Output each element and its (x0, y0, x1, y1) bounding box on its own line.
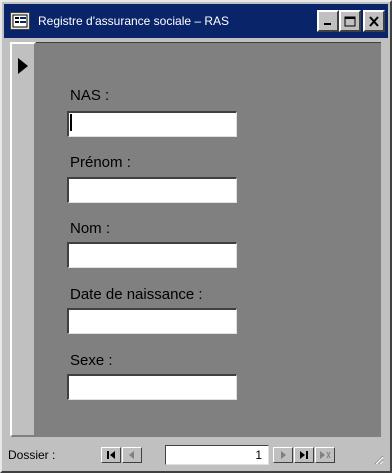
prenom-label: Prénom : (70, 154, 131, 171)
record-number-field[interactable]: 1 (165, 445, 269, 465)
close-icon (369, 15, 379, 27)
form-detail-section: NAS : Prénom : Nom : Date de naissance :… (36, 42, 381, 437)
text-caret (70, 114, 72, 131)
new-record-button[interactable] (315, 447, 335, 463)
window-title: Registre d'assurance sociale – RAS (38, 14, 230, 28)
first-record-button[interactable] (101, 447, 121, 463)
nas-label: NAS : (70, 87, 110, 104)
minimize-icon (324, 23, 331, 25)
next-record-button[interactable] (273, 447, 293, 463)
previous-record-icon (129, 451, 134, 459)
sexe-label: Sexe : (70, 352, 113, 369)
new-record-icon (320, 451, 331, 459)
form-view-icon[interactable] (10, 12, 30, 30)
nas-field[interactable] (67, 111, 237, 137)
maximize-icon (344, 16, 356, 26)
title-bar[interactable]: Registre d'assurance sociale – RAS (4, 4, 388, 38)
prenom-field[interactable] (67, 177, 237, 203)
record-navigation-bar: Dossier : 1 (4, 439, 388, 469)
nom-field[interactable] (67, 242, 237, 268)
nom-label: Nom : (70, 220, 111, 237)
previous-record-button[interactable] (122, 447, 142, 463)
first-record-icon (107, 451, 115, 459)
current-record-arrow-icon (18, 58, 28, 74)
resize-grip-icon[interactable] (372, 453, 384, 465)
sexe-field[interactable] (67, 374, 237, 400)
date-naissance-field[interactable] (67, 308, 237, 334)
minimize-button[interactable] (317, 10, 339, 32)
next-record-icon (281, 451, 286, 459)
form-window: Registre d'assurance sociale – RAS NAS :… (0, 0, 392, 473)
maximize-button[interactable] (339, 10, 361, 32)
record-selector[interactable] (10, 42, 36, 437)
last-record-icon (300, 451, 308, 459)
date-naissance-label: Date de naissance : (70, 286, 203, 303)
close-button[interactable] (363, 10, 385, 32)
record-nav-label: Dossier : (8, 448, 56, 462)
last-record-button[interactable] (294, 447, 314, 463)
